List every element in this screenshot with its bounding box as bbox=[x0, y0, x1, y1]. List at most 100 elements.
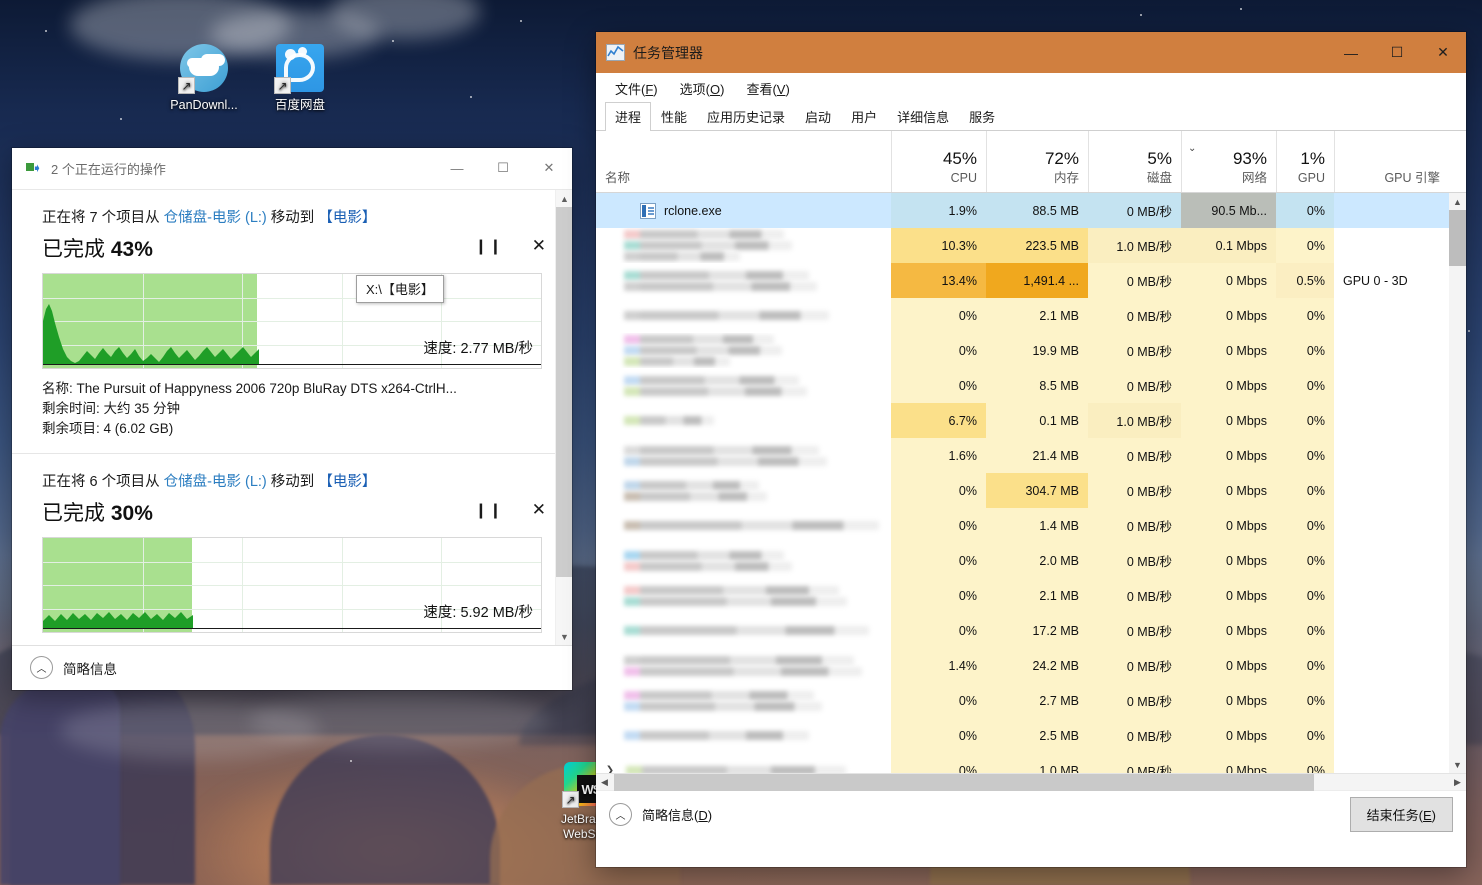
cell-disk: 0 MB/秒 bbox=[1088, 543, 1181, 578]
scroll-left-icon[interactable]: ◀ bbox=[596, 774, 613, 791]
table-row[interactable]: 0% 19.9 MB 0 MB/秒 0 Mbps 0% bbox=[596, 333, 1466, 368]
table-row[interactable]: rclone.exe 1.9% 88.5 MB 0 MB/秒 90.5 Mb... 0% bbox=[596, 193, 1466, 228]
close-button[interactable]: ✕ bbox=[526, 148, 572, 188]
column-label: 磁盘 bbox=[1146, 171, 1172, 185]
column-header-net[interactable]: ⌄ 93% 网络 bbox=[1181, 131, 1276, 192]
task-manager-menubar: 文件(F) 选项(O) 查看(V) bbox=[596, 73, 1466, 103]
operation-item: 正在将 6 个项目从 仓储盘-电影 (L:) 移动到 【电影】 已完成 30% … bbox=[12, 453, 572, 645]
column-header-gpu[interactable]: 1% GPU bbox=[1276, 131, 1334, 192]
scroll-down-icon[interactable]: ▼ bbox=[1449, 756, 1466, 773]
table-row[interactable]: 0% 304.7 MB 0 MB/秒 0 Mbps 0% bbox=[596, 473, 1466, 508]
process-name-redacted bbox=[624, 690, 822, 711]
table-row[interactable]: 0% 2.7 MB 0 MB/秒 0 Mbps 0% bbox=[596, 683, 1466, 718]
desktop-icon-baidu-netdisk[interactable]: ↗ 百度网盘 bbox=[248, 44, 352, 113]
cell-gpueng bbox=[1334, 368, 1449, 403]
star bbox=[1468, 330, 1470, 332]
column-header-gpueng[interactable]: GPU 引擎 bbox=[1334, 131, 1449, 192]
tab-performance[interactable]: 性能 bbox=[651, 102, 697, 131]
minimize-button[interactable]: — bbox=[1328, 32, 1374, 73]
close-button[interactable]: ✕ bbox=[1420, 32, 1466, 73]
cell-gpueng bbox=[1334, 473, 1449, 508]
chevron-up-icon[interactable]: ︿ bbox=[609, 803, 632, 826]
operation-percent-label: 已完成 bbox=[42, 502, 111, 525]
table-row[interactable]: 0% 2.1 MB 0 MB/秒 0 Mbps 0% bbox=[596, 298, 1466, 333]
desktop-icon-pandownload[interactable]: ↗ PanDownl... bbox=[152, 44, 256, 113]
cell-disk: 0 MB/秒 bbox=[1088, 473, 1181, 508]
operation-source-link[interactable]: 仓储盘-电影 (L:) bbox=[164, 474, 267, 490]
table-row[interactable]: ❯ 0% 1.0 MB 0 MB/秒 0 Mbps 0% bbox=[596, 753, 1466, 773]
cell-gpu: 0% bbox=[1276, 543, 1334, 578]
table-row[interactable]: 10.3% 223.5 MB 1.0 MB/秒 0.1 Mbps 0% bbox=[596, 228, 1466, 263]
process-list-horizontal-scrollbar[interactable]: ◀ ▶ bbox=[596, 773, 1466, 791]
column-header-disk[interactable]: 5% 磁盘 bbox=[1088, 131, 1181, 192]
table-row[interactable]: 1.6% 21.4 MB 0 MB/秒 0 Mbps 0% bbox=[596, 438, 1466, 473]
process-list-vertical-scrollbar[interactable]: ▲ ▼ bbox=[1449, 193, 1466, 773]
cancel-operation-button[interactable]: ✕ bbox=[532, 500, 546, 520]
operation-source-link[interactable]: 仓储盘-电影 (L:) bbox=[164, 210, 267, 226]
cancel-operation-button[interactable]: ✕ bbox=[532, 236, 546, 256]
table-row[interactable]: 13.4% 1,491.4 ... 0 MB/秒 0 Mbps 0.5% GPU 0 - … bbox=[596, 263, 1466, 298]
fewer-details-label[interactable]: 简略信息 bbox=[63, 658, 117, 678]
table-row[interactable]: 0% 2.1 MB 0 MB/秒 0 Mbps 0% bbox=[596, 578, 1466, 613]
operation-target-link[interactable]: 【电影】 bbox=[318, 474, 376, 490]
dialog-footer: ︿ 简略信息 bbox=[12, 645, 572, 689]
end-task-button[interactable]: 结束任务(E) bbox=[1349, 797, 1453, 832]
chevron-up-icon[interactable]: ︿ bbox=[30, 656, 53, 679]
menu-file[interactable]: 文件(F) bbox=[607, 76, 666, 101]
table-row[interactable]: 0% 17.2 MB 0 MB/秒 0 Mbps 0% bbox=[596, 613, 1466, 648]
table-row[interactable]: 0% 2.0 MB 0 MB/秒 0 Mbps 0% bbox=[596, 543, 1466, 578]
table-row[interactable]: 6.7% 0.1 MB 1.0 MB/秒 0 Mbps 0% bbox=[596, 403, 1466, 438]
expand-group-icon[interactable]: ❯ bbox=[602, 765, 618, 773]
tab-services[interactable]: 服务 bbox=[959, 102, 1005, 131]
column-header-mem[interactable]: 72% 内存 bbox=[986, 131, 1088, 192]
scrollbar-thumb[interactable] bbox=[614, 774, 1314, 791]
scroll-up-icon[interactable]: ▲ bbox=[1449, 193, 1466, 210]
menu-view[interactable]: 查看(V) bbox=[738, 76, 797, 101]
process-name-redacted bbox=[624, 311, 829, 320]
cell-name bbox=[596, 543, 891, 578]
scrollbar-thumb[interactable] bbox=[556, 207, 572, 577]
cell-mem: 88.5 MB bbox=[986, 193, 1088, 228]
menu-options[interactable]: 选项(O) bbox=[672, 76, 733, 101]
table-row[interactable]: 0% 1.4 MB 0 MB/秒 0 Mbps 0% bbox=[596, 508, 1466, 543]
table-row[interactable]: 1.4% 24.2 MB 0 MB/秒 0 Mbps 0% bbox=[596, 648, 1466, 683]
process-table-body[interactable]: rclone.exe 1.9% 88.5 MB 0 MB/秒 90.5 Mb... 0% 1… bbox=[596, 193, 1466, 773]
column-header-name[interactable]: 名称 bbox=[596, 131, 891, 192]
maximize-button[interactable]: ☐ bbox=[1374, 32, 1420, 73]
operation-headline: 正在将 7 个项目从 仓储盘-电影 (L:) 移动到 【电影】 bbox=[42, 206, 542, 227]
minimize-button[interactable]: — bbox=[434, 148, 480, 188]
column-header-cpu[interactable]: 45% CPU bbox=[891, 131, 986, 192]
scroll-down-icon[interactable]: ▼ bbox=[556, 628, 572, 645]
operation-target-link[interactable]: 【电影】 bbox=[318, 210, 376, 226]
cell-gpueng bbox=[1334, 718, 1449, 753]
tab-details[interactable]: 详细信息 bbox=[887, 102, 959, 131]
graph-baseline bbox=[43, 364, 541, 365]
fewer-details-button[interactable]: 简略信息(D) bbox=[642, 805, 712, 824]
scroll-right-icon[interactable]: ▶ bbox=[1449, 774, 1466, 791]
process-name-redacted bbox=[624, 480, 767, 501]
table-row[interactable]: 0% 2.5 MB 0 MB/秒 0 Mbps 0% bbox=[596, 718, 1466, 753]
pause-button[interactable]: ❙❙ bbox=[475, 237, 504, 255]
cell-gpueng bbox=[1334, 543, 1449, 578]
tab-processes[interactable]: 进程 bbox=[605, 102, 652, 131]
maximize-button[interactable]: ☐ bbox=[480, 148, 526, 188]
table-row[interactable]: 0% 8.5 MB 0 MB/秒 0 Mbps 0% bbox=[596, 368, 1466, 403]
graph-speed-curve bbox=[43, 612, 193, 629]
scrollbar-thumb[interactable] bbox=[1449, 210, 1466, 266]
transfer-speed-graph: 速度: 2.77 MB/秒 bbox=[42, 273, 542, 369]
operation-headline-mid: 移动到 bbox=[266, 210, 319, 226]
cell-mem: 24.2 MB bbox=[986, 648, 1088, 683]
tab-app-history[interactable]: 应用历史记录 bbox=[697, 102, 795, 131]
tab-startup[interactable]: 启动 bbox=[795, 102, 841, 131]
scroll-up-icon[interactable]: ▲ bbox=[556, 190, 572, 207]
cell-cpu: 0% bbox=[891, 543, 986, 578]
operation-headline-prefix: 正在将 6 个项目从 bbox=[42, 474, 164, 490]
process-table: 名称 45% CPU 72% 内存 5% 磁盘 ⌄ 93% 网络 1% GPU GPU 引擎 rclon… bbox=[596, 131, 1466, 791]
pause-button[interactable]: ❙❙ bbox=[475, 501, 504, 519]
star bbox=[470, 96, 472, 98]
cell-name bbox=[596, 508, 891, 543]
star bbox=[1240, 8, 1242, 10]
dialog-scrollbar[interactable]: ▲ ▼ bbox=[555, 190, 572, 645]
tab-users[interactable]: 用户 bbox=[841, 102, 887, 131]
desktop-icon-label: 百度网盘 bbox=[274, 98, 325, 112]
